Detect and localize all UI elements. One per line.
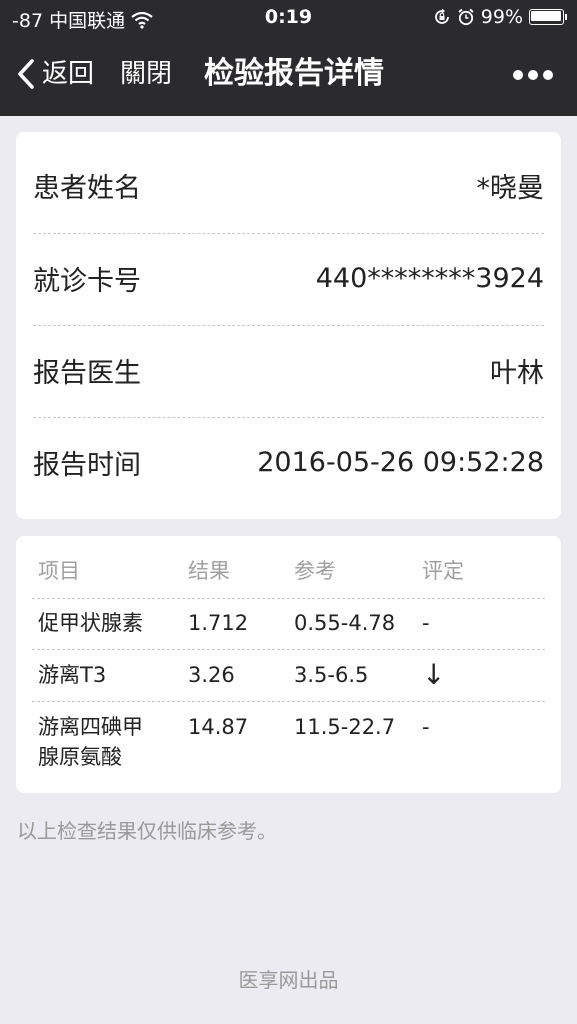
more-icon[interactable] bbox=[513, 68, 553, 82]
info-value: *晓曼 bbox=[476, 172, 545, 204]
header-rating: 评定 bbox=[422, 559, 464, 583]
row-1-item: 促甲状腺素 bbox=[38, 611, 143, 635]
battery-fill bbox=[531, 11, 561, 21]
info-row-doctor: 报告医生 叶林 bbox=[33, 325, 544, 415]
row-3-reference: 11.5-22.7 bbox=[294, 715, 396, 739]
divider bbox=[32, 649, 545, 650]
status-right: 99% bbox=[433, 6, 567, 28]
info-row-card-number: 就诊卡号 440********3924 bbox=[33, 233, 544, 323]
row-3-rating: - bbox=[422, 715, 430, 739]
row-2-item: 游离T3 bbox=[38, 663, 107, 687]
info-label: 报告时间 bbox=[33, 449, 141, 481]
header-item: 项目 bbox=[38, 559, 80, 583]
back-button[interactable]: 返回 bbox=[16, 58, 94, 90]
disclaimer-text: 以上检查结果仅供临床参考。 bbox=[17, 819, 277, 843]
info-row-patient-name: 患者姓名 *晓曼 bbox=[33, 140, 544, 230]
top-bar: -87 中国联通 0:19 99% 返回 關閉 检验报告详情 bbox=[0, 0, 577, 116]
info-row-report-time: 报告时间 2016-05-26 09:52:28 bbox=[33, 417, 544, 507]
info-label: 患者姓名 bbox=[33, 172, 141, 204]
row-2-result: 3.26 bbox=[188, 663, 235, 687]
status-bar: -87 中国联通 0:19 99% bbox=[0, 0, 577, 38]
header-result: 结果 bbox=[188, 559, 230, 583]
row-2-rating: ↓ bbox=[422, 658, 446, 691]
battery-icon bbox=[529, 9, 567, 25]
chevron-left-icon bbox=[16, 58, 36, 90]
nav-bar: 返回 關閉 检验报告详情 bbox=[0, 38, 577, 116]
info-value: 叶林 bbox=[490, 357, 544, 389]
info-label: 就诊卡号 bbox=[33, 265, 141, 297]
row-3-item-line-2: 腺原氨酸 bbox=[38, 745, 122, 769]
alarm-icon bbox=[457, 8, 475, 26]
credit-text: 医享网出品 bbox=[238, 968, 339, 992]
row-3-item-line-1: 游离四碘甲 bbox=[38, 715, 143, 739]
page-title: 检验报告详情 bbox=[204, 56, 384, 91]
row-1-rating: - bbox=[422, 611, 430, 635]
results-table: 项目 结果 参考 评定 促甲状腺素 1.712 0.55-4.78 - 游离T3… bbox=[16, 536, 561, 793]
row-2-reference: 3.5-6.5 bbox=[294, 663, 369, 687]
row-3-result: 14.87 bbox=[188, 715, 249, 739]
divider bbox=[32, 598, 545, 599]
battery-percent: 99% bbox=[480, 6, 523, 28]
divider bbox=[32, 701, 545, 702]
info-value: 2016-05-26 09:52:28 bbox=[257, 446, 544, 478]
info-label: 报告医生 bbox=[33, 357, 141, 389]
info-value: 440********3924 bbox=[315, 262, 544, 294]
rotation-lock-icon bbox=[433, 8, 451, 26]
close-button[interactable]: 關閉 bbox=[120, 58, 172, 90]
back-label: 返回 bbox=[42, 59, 95, 89]
patient-info-card: 患者姓名 *晓曼 就诊卡号 440********3924 报告医生 叶林 报告… bbox=[16, 132, 561, 519]
header-reference: 参考 bbox=[294, 559, 336, 583]
row-1-result: 1.712 bbox=[188, 611, 249, 635]
row-1-reference: 0.55-4.78 bbox=[294, 611, 396, 635]
